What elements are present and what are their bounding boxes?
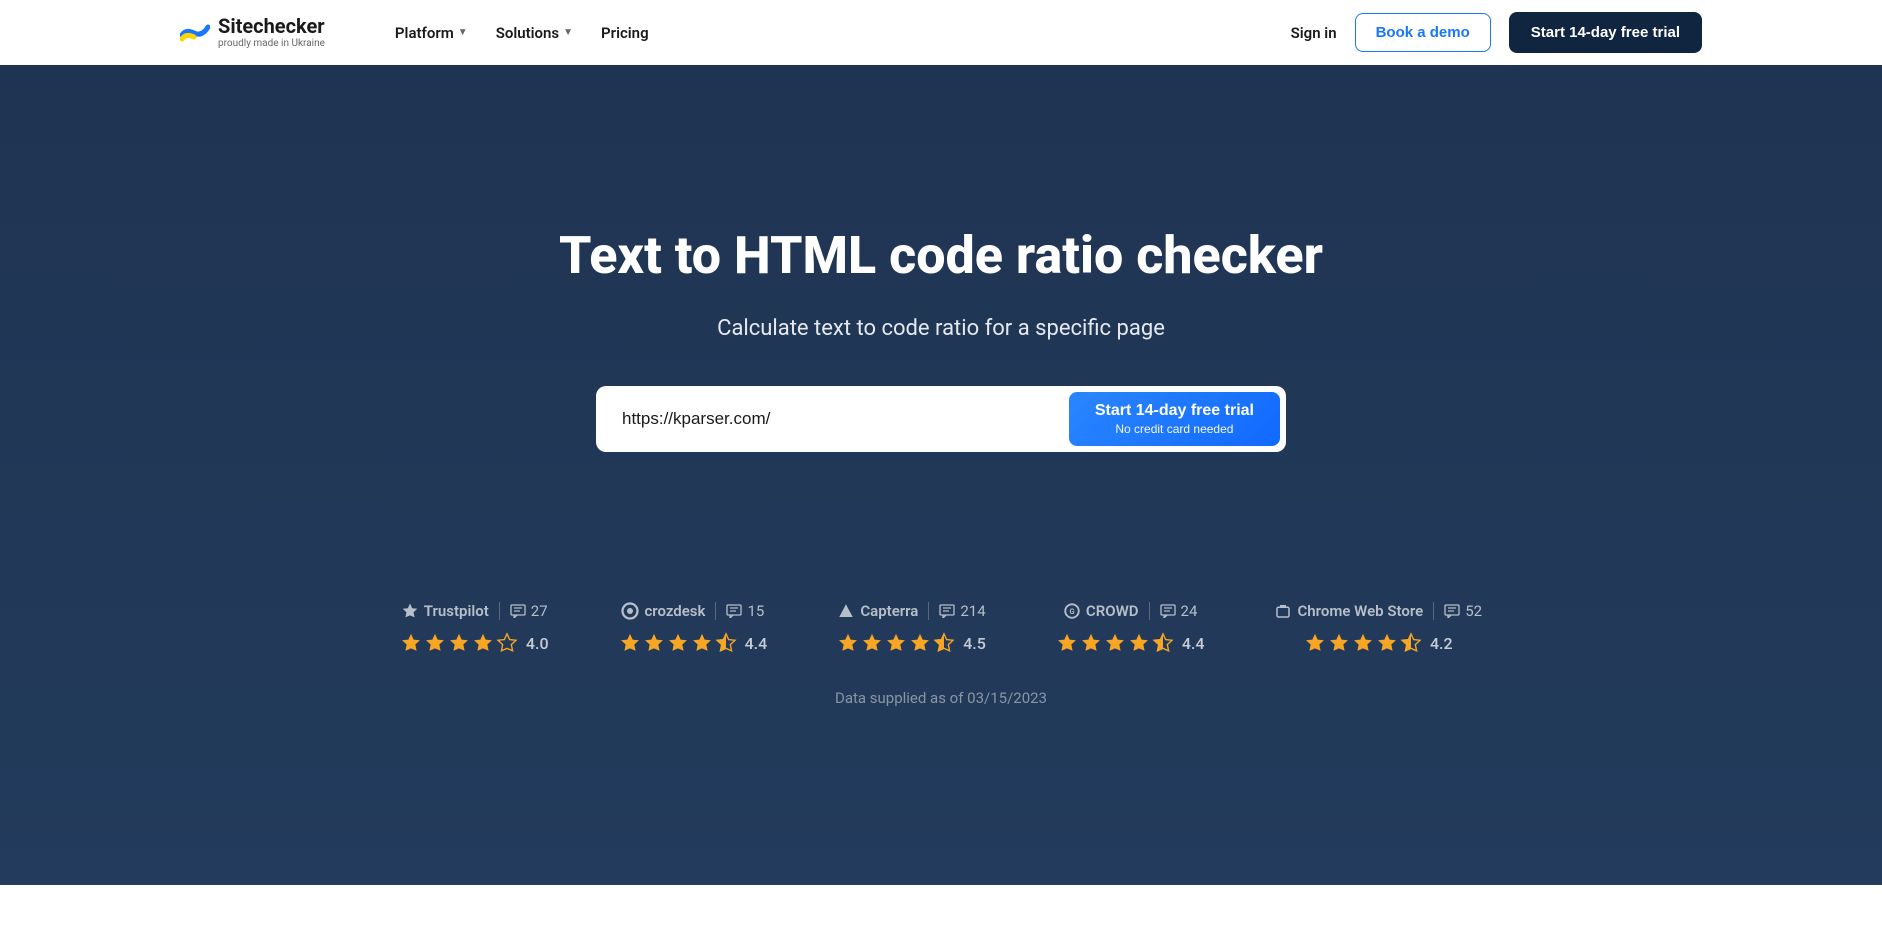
review-item[interactable]: crozdesk 15 4.4 [619,602,768,654]
chevron-down-icon: ▼ [563,27,573,38]
star-rating-icon [1056,632,1174,654]
review-count: 15 [747,602,764,620]
speech-icon [939,604,955,618]
review-item[interactable]: Trustpilot 27 4.0 [400,602,549,654]
signin-link[interactable]: Sign in [1291,24,1337,42]
rating-value: 4.0 [526,634,549,653]
platform-name: Trustpilot [424,602,489,620]
platform-name: Chrome Web Store [1297,602,1423,620]
speech-icon [510,604,526,618]
review-count: 52 [1465,602,1482,620]
star-rating-icon [400,632,518,654]
platform-name: crozdesk [644,602,705,620]
rating-value: 4.4 [745,634,768,653]
star-rating-icon [837,632,955,654]
start-trial-cta-button[interactable]: Start 14-day free trial No credit card n… [1069,392,1280,446]
speech-icon [726,604,742,618]
platform-name: CROWD [1086,602,1139,620]
review-item[interactable]: Capterra 214 4.5 [837,602,986,654]
review-item[interactable]: G CROWD 24 4.4 [1056,602,1205,654]
platform-logo: Chrome Web Store [1274,602,1423,620]
start-trial-button[interactable]: Start 14-day free trial [1509,12,1702,53]
platform-logo: Capterra [837,602,918,620]
nav-solutions[interactable]: Solutions ▼ [496,24,573,42]
main-nav: Platform ▼ Solutions ▼ Pricing [395,24,649,42]
nav-label: Solutions [496,24,559,42]
logo-title: Sitechecker [218,16,325,36]
nav-label: Pricing [601,24,649,42]
rating-value: 4.4 [1182,634,1205,653]
data-date: Data supplied as of 03/15/2023 [20,689,1862,707]
url-input[interactable] [602,395,1069,443]
nav-platform[interactable]: Platform ▼ [395,24,468,42]
nav-label: Platform [395,24,454,42]
speech-icon [1444,604,1460,618]
platform-logo: crozdesk [621,602,705,620]
speech-icon [1160,604,1176,618]
rating-value: 4.5 [963,634,986,653]
platform-logo: Trustpilot [401,602,489,620]
star-rating-icon [619,632,737,654]
nav-pricing[interactable]: Pricing [601,24,649,42]
review-count: 24 [1181,602,1198,620]
review-item[interactable]: Chrome Web Store 52 4.2 [1274,602,1482,654]
logo[interactable]: Sitechecker proudly made in Ukraine [180,16,325,49]
review-count: 214 [960,602,985,620]
rating-value: 4.2 [1430,634,1453,653]
cta-line2: No credit card needed [1095,422,1254,436]
cta-line1: Start 14-day free trial [1095,402,1254,420]
url-input-row: Start 14-day free trial No credit card n… [596,386,1286,452]
chevron-down-icon: ▼ [458,27,468,38]
hero-title: Text to HTML code ratio checker [20,225,1862,286]
logo-icon [180,21,210,45]
review-count: 27 [531,602,548,620]
book-demo-button[interactable]: Book a demo [1355,13,1491,52]
star-rating-icon [1304,632,1422,654]
header: Sitechecker proudly made in Ukraine Plat… [0,0,1882,65]
platform-logo: G CROWD [1063,602,1139,620]
hero-subtitle: Calculate text to code ratio for a speci… [20,316,1862,341]
logo-subtitle: proudly made in Ukraine [218,38,325,49]
reviews-row: Trustpilot 27 4.0 crozdesk 15 4.4 Capter… [20,602,1862,654]
svg-text:G: G [1069,607,1074,616]
platform-name: Capterra [860,602,918,620]
hero: Text to HTML code ratio checker Calculat… [0,65,1882,885]
